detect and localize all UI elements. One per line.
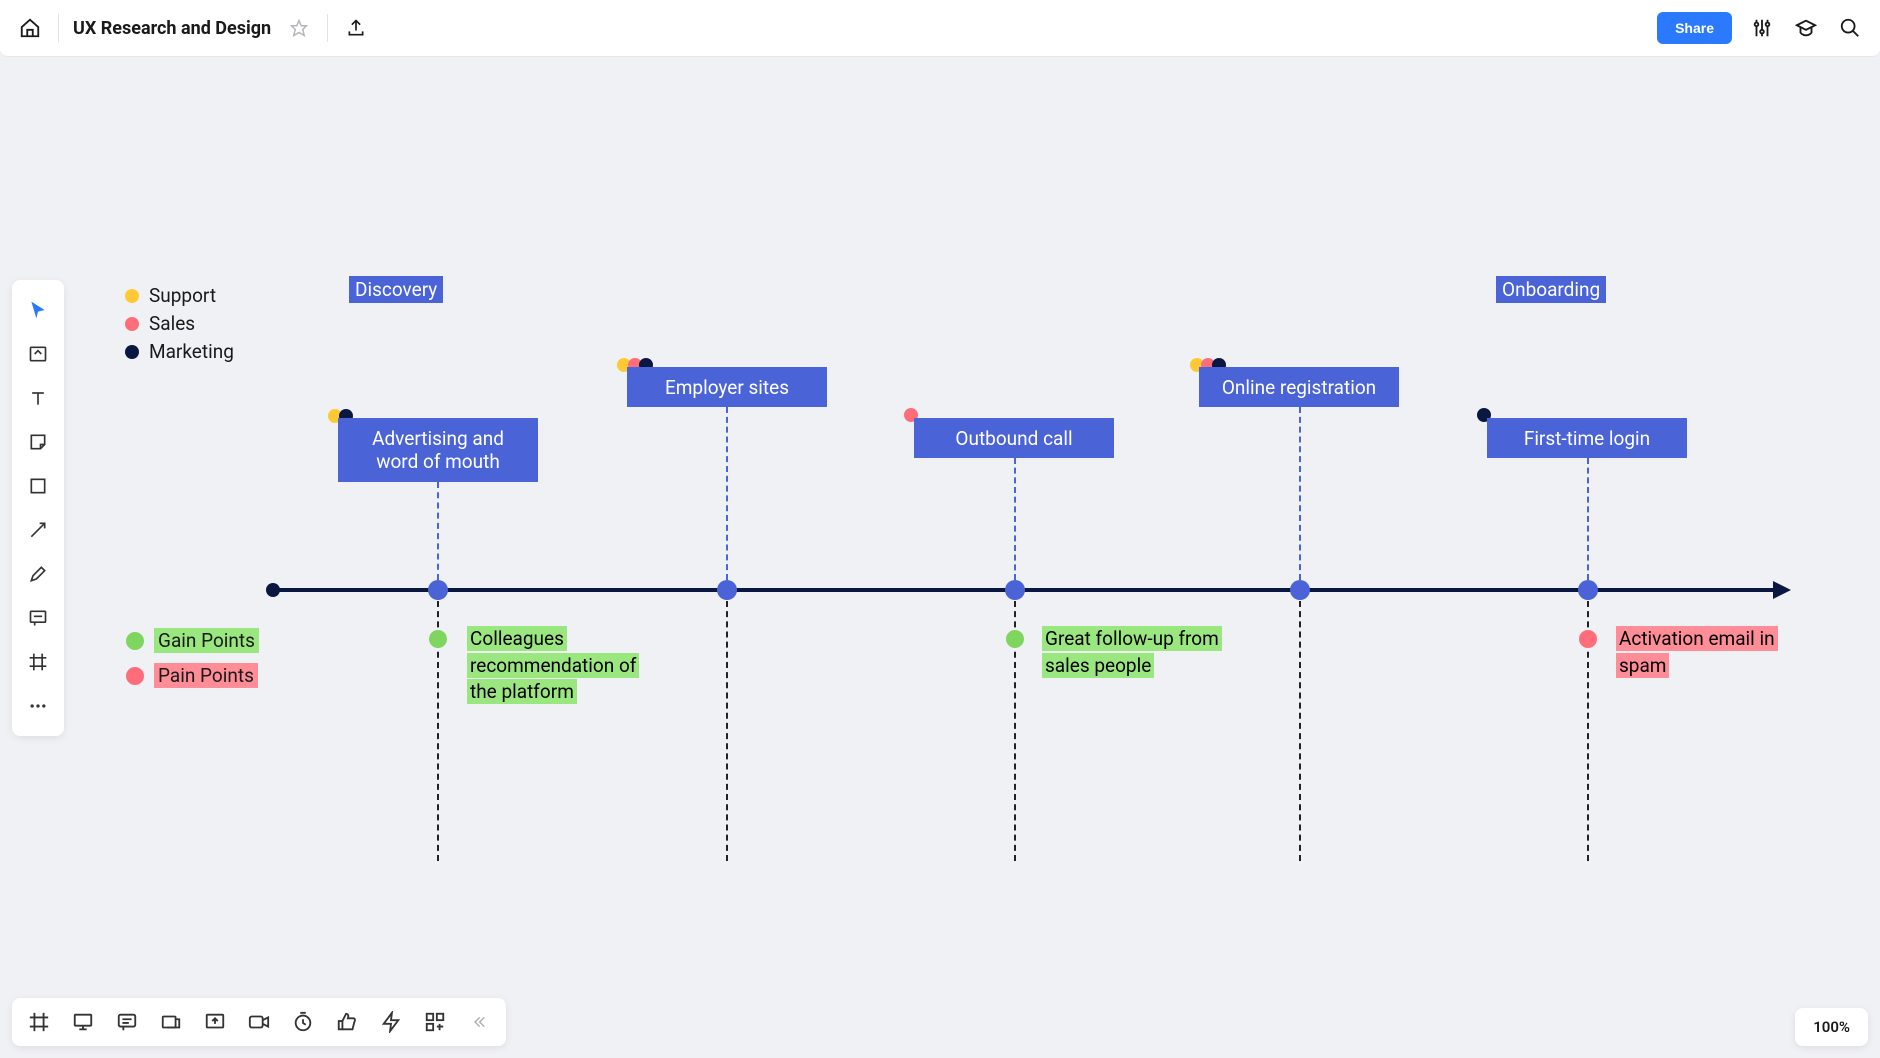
share-screen-icon[interactable] bbox=[202, 1009, 228, 1035]
legend-pain-points: Pain Points bbox=[126, 663, 259, 688]
legend-gain-points: Gain Points bbox=[126, 628, 259, 653]
canvas[interactable]: Support Sales Marketing Discovery Onboar… bbox=[0, 57, 1880, 1058]
dash-line bbox=[726, 407, 728, 580]
stage-first-time-login[interactable]: First-time login bbox=[1487, 418, 1687, 458]
top-bar-left: UX Research and Design bbox=[16, 14, 370, 42]
legend-item-sales: Sales bbox=[125, 312, 234, 335]
pain-point-text[interactable]: Activation email in spam bbox=[1616, 626, 1796, 679]
dash-line bbox=[1299, 407, 1301, 580]
chat-icon[interactable] bbox=[114, 1009, 140, 1035]
voting-icon[interactable] bbox=[334, 1009, 360, 1035]
gain-point-dot[interactable] bbox=[429, 630, 447, 648]
dash-line bbox=[437, 482, 439, 580]
gain-point-text[interactable]: Great follow-up from sales people bbox=[1042, 626, 1222, 679]
dash-line bbox=[1014, 458, 1016, 580]
dash-line bbox=[1587, 458, 1589, 580]
top-bar: UX Research and Design Share bbox=[0, 0, 1880, 57]
star-icon[interactable] bbox=[285, 14, 313, 42]
share-button[interactable]: Share bbox=[1657, 12, 1732, 44]
phase-onboarding[interactable]: Onboarding bbox=[1496, 276, 1606, 303]
stage-advertising[interactable]: Advertising and word of mouth bbox=[338, 418, 538, 482]
present-icon[interactable] bbox=[70, 1009, 96, 1035]
top-bar-right: Share bbox=[1657, 12, 1864, 44]
home-icon[interactable] bbox=[16, 14, 44, 42]
export-icon[interactable] bbox=[342, 14, 370, 42]
stage-outbound-call[interactable]: Outbound call bbox=[914, 418, 1114, 458]
legend-departments: Support Sales Marketing bbox=[125, 284, 234, 368]
search-icon[interactable] bbox=[1836, 14, 1864, 42]
dash-line-below bbox=[726, 601, 728, 861]
settings-icon[interactable] bbox=[1748, 14, 1776, 42]
divider bbox=[327, 14, 328, 42]
learn-icon[interactable] bbox=[1792, 14, 1820, 42]
gain-point-dot[interactable] bbox=[1006, 630, 1024, 648]
timeline-start-dot bbox=[266, 583, 280, 597]
legend-points: Gain Points Pain Points bbox=[126, 628, 259, 693]
stage-online-registration[interactable]: Online registration bbox=[1199, 367, 1399, 407]
timeline-node[interactable] bbox=[1578, 580, 1598, 600]
dash-line-below bbox=[1299, 601, 1301, 861]
gain-point-text[interactable]: Colleagues recommendation of the platfor… bbox=[467, 626, 647, 706]
bottom-toolbar bbox=[12, 998, 506, 1046]
card-icon[interactable] bbox=[158, 1009, 184, 1035]
timeline-node[interactable] bbox=[428, 580, 448, 600]
divider bbox=[58, 14, 59, 42]
timeline-node[interactable] bbox=[1005, 580, 1025, 600]
stage-employer-sites[interactable]: Employer sites bbox=[627, 367, 827, 407]
video-icon[interactable] bbox=[246, 1009, 272, 1035]
phase-discovery[interactable]: Discovery bbox=[349, 276, 443, 303]
document-title[interactable]: UX Research and Design bbox=[73, 18, 271, 39]
timeline-arrowhead bbox=[1773, 581, 1791, 599]
pain-point-dot[interactable] bbox=[1579, 630, 1597, 648]
zoom-level[interactable]: 100% bbox=[1795, 1008, 1868, 1046]
apps-icon[interactable] bbox=[422, 1009, 448, 1035]
collapse-icon[interactable] bbox=[466, 1009, 492, 1035]
legend-item-marketing: Marketing bbox=[125, 340, 234, 363]
timer-icon[interactable] bbox=[290, 1009, 316, 1035]
timeline-node[interactable] bbox=[717, 580, 737, 600]
activities-icon[interactable] bbox=[378, 1009, 404, 1035]
timeline-node[interactable] bbox=[1290, 580, 1310, 600]
legend-item-support: Support bbox=[125, 284, 234, 307]
frame-icon[interactable] bbox=[26, 1009, 52, 1035]
